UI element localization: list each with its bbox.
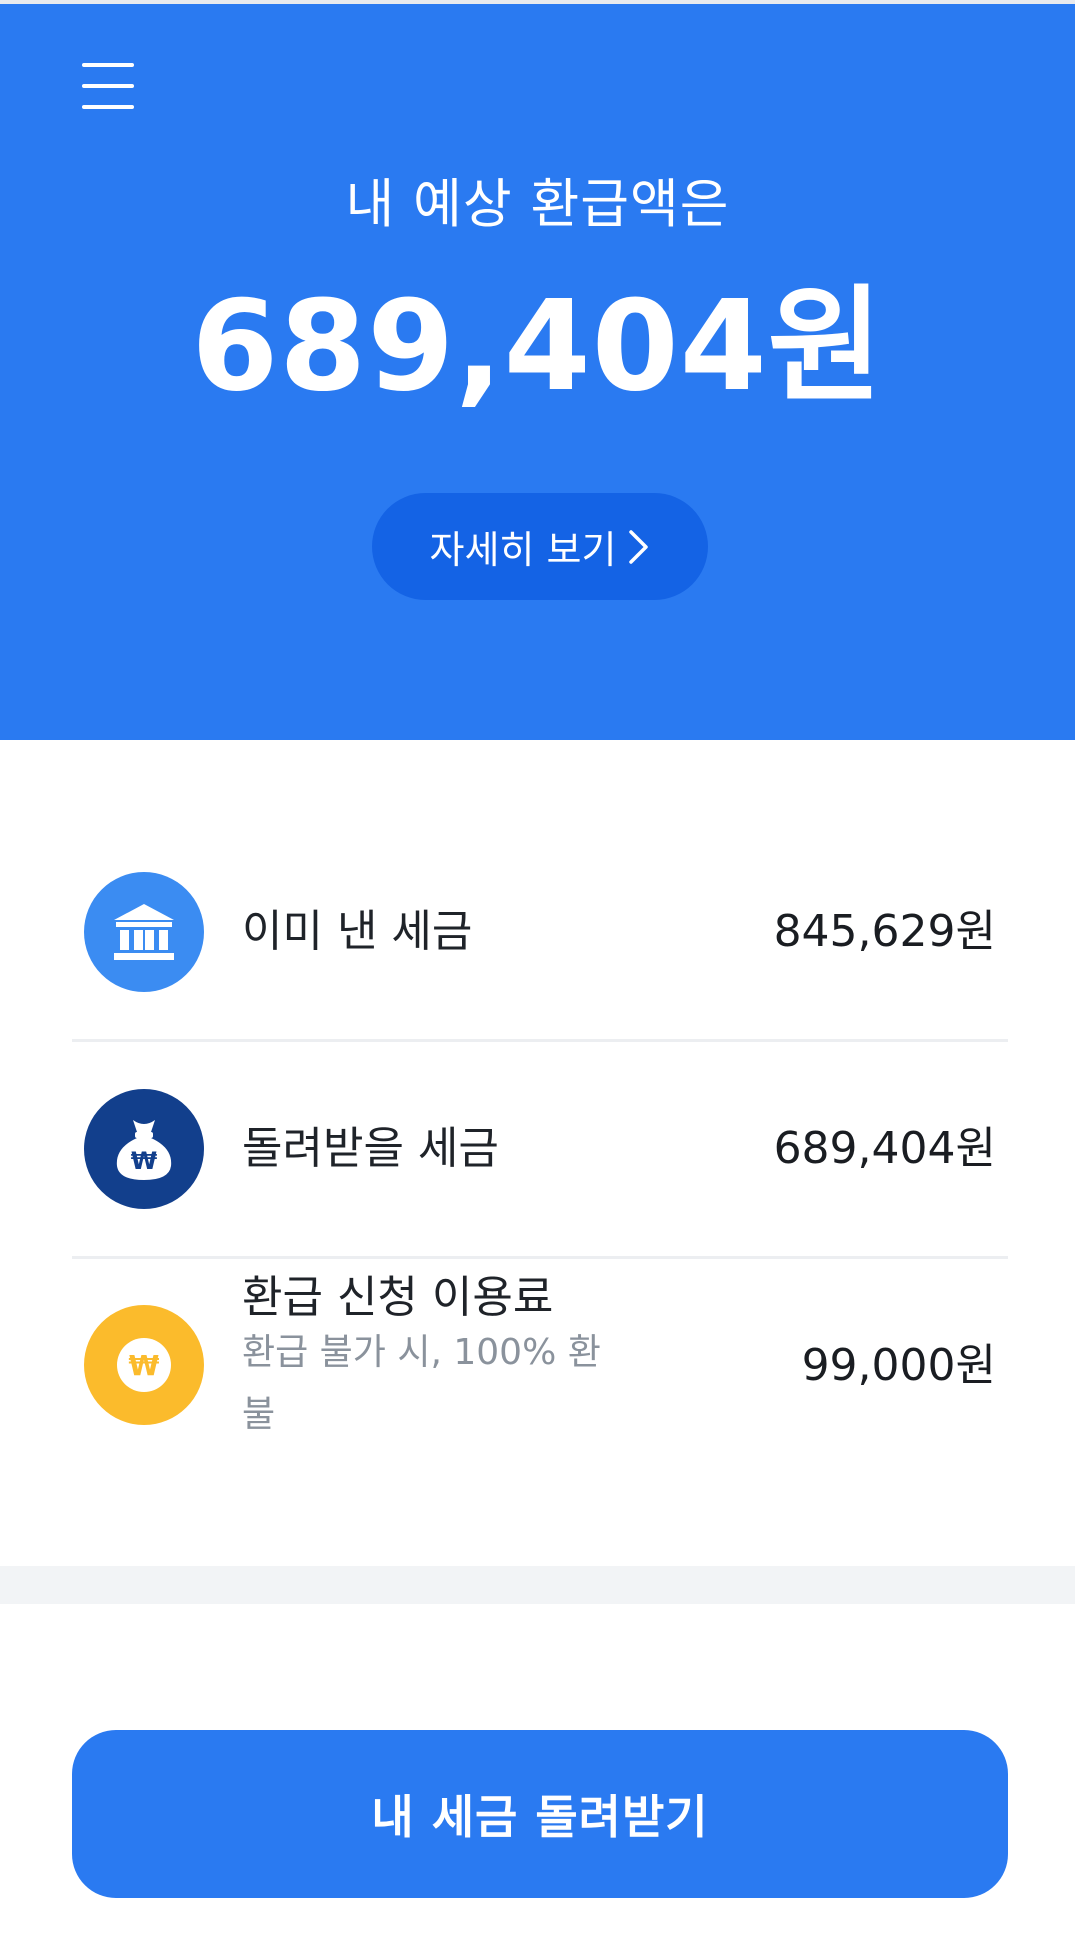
detail-button-label: 자세히 보기 [429,528,617,572]
summary-row-paid-tax: 이미 낸 세금 845,629원 [72,826,1008,1036]
summary-row-service-fee: ₩ 환급 신청 이용료 환급 불가 시, 100% 환불 99,000원 [72,1260,1008,1470]
service-fee-value: 99,000원 [801,1340,996,1391]
money-bag-icon: ₩ [84,1089,204,1209]
refund-tax-label: 돌려받을 세금 [242,1123,499,1174]
detail-button[interactable]: 자세히 보기 [372,493,708,600]
bank-icon [84,872,204,992]
get-refund-button[interactable]: 내 세금 돌려받기 [72,1730,1008,1898]
menu-button[interactable] [64,44,148,128]
svg-text:₩: ₩ [129,1349,160,1382]
refund-tax-value: 689,404원 [773,1123,996,1174]
refund-header: 내 예상 환급액은 689,404원 자세히 보기 [0,4,1075,740]
row-divider [72,1256,1008,1259]
row-divider [72,1039,1008,1042]
service-fee-note: 환급 불가 시, 100% 환불 [242,1332,601,1435]
paid-tax-value: 845,629원 [773,906,996,957]
refund-subtitle: 내 예상 환급액은 [345,174,730,235]
section-divider [0,1566,1075,1604]
won-coin-icon: ₩ [84,1305,204,1425]
svg-text:₩: ₩ [131,1147,158,1175]
summary-row-refund-tax: ₩ 돌려받을 세금 689,404원 [72,1043,1008,1253]
service-fee-label: 환급 신청 이용료 [242,1272,554,1323]
chevron-right-icon [628,529,650,565]
hamburger-menu-icon [82,63,134,109]
paid-tax-label: 이미 낸 세금 [242,906,473,957]
refund-amount: 689,404원 [191,274,884,419]
